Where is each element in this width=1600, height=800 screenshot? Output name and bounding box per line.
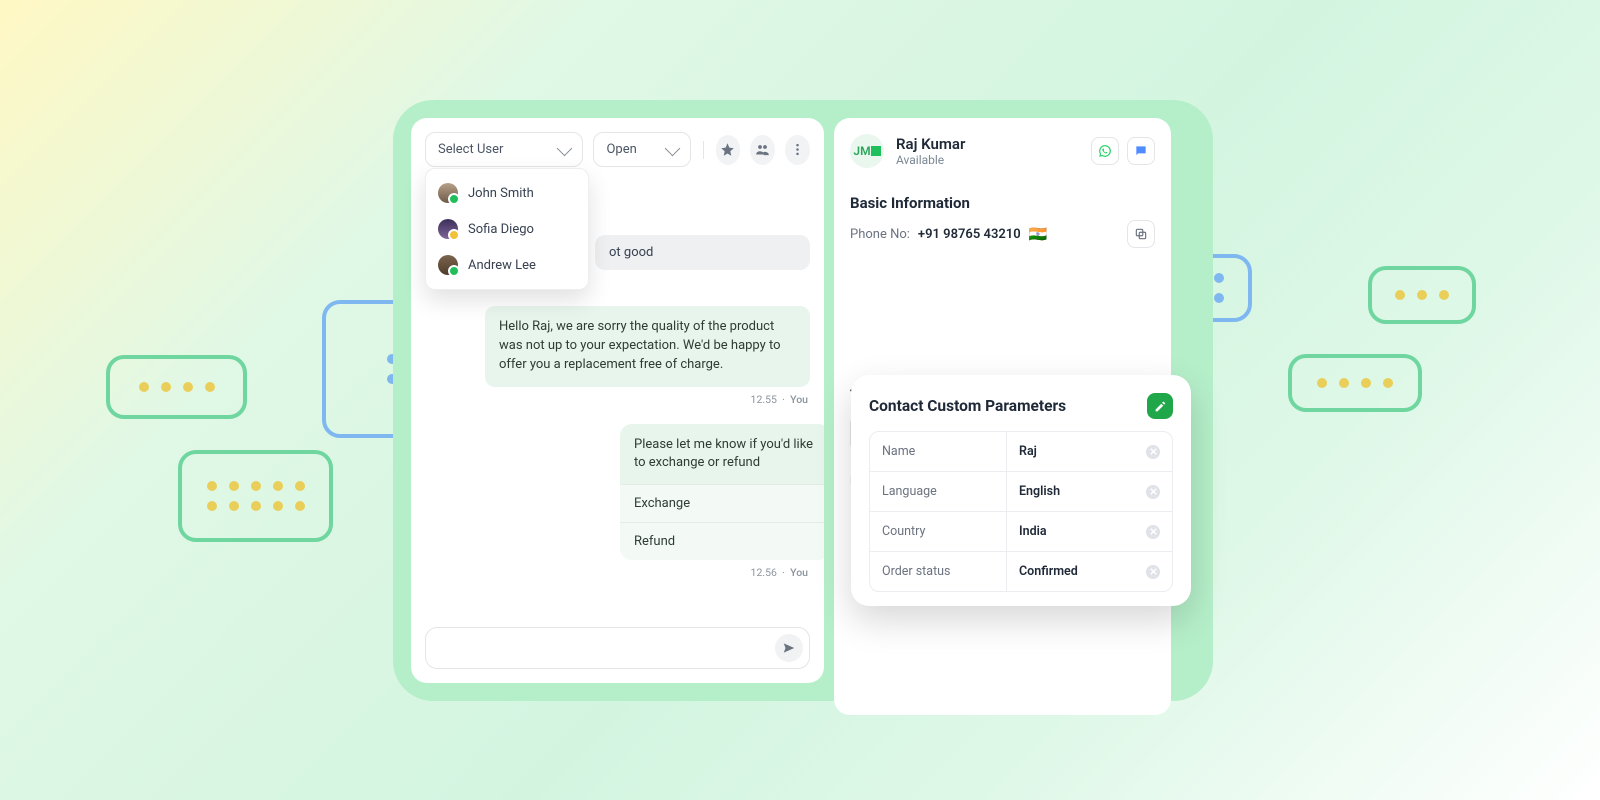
more-vertical-icon	[790, 142, 805, 157]
deco-bubble	[106, 355, 247, 419]
clear-param-button[interactable]	[1146, 565, 1160, 579]
copy-button[interactable]	[1127, 220, 1155, 248]
option-exchange[interactable]: Exchange	[620, 484, 824, 522]
option-prompt: Please let me know if you'd like to exch…	[620, 424, 824, 484]
deco-bubble	[1368, 266, 1476, 324]
option-refund[interactable]: Refund	[620, 522, 824, 560]
flag-icon: 🇮🇳	[1029, 225, 1048, 243]
param-key: Country	[870, 512, 1007, 551]
param-key: Order status	[870, 552, 1007, 591]
clear-param-button[interactable]	[1146, 445, 1160, 459]
user-option-label: Sofia Diego	[468, 222, 534, 237]
user-dropdown-menu: John Smith Sofia Diego Andrew Lee	[425, 168, 589, 290]
close-icon	[1150, 488, 1157, 495]
params-title: Contact Custom Parameters	[869, 397, 1066, 415]
avatar	[438, 219, 458, 239]
incoming-message: ot good	[595, 235, 810, 270]
param-value: English	[1019, 484, 1060, 499]
user-option[interactable]: Andrew Lee	[426, 247, 588, 283]
status-filter-dropdown[interactable]: Open	[593, 132, 690, 167]
param-value: Raj	[1019, 444, 1037, 459]
profile-status: Available	[896, 153, 965, 167]
param-row: Order status Confirmed	[870, 551, 1172, 591]
clear-param-button[interactable]	[1146, 485, 1160, 499]
close-icon	[1150, 528, 1157, 535]
star-button[interactable]	[716, 135, 741, 165]
whatsapp-icon	[1098, 144, 1112, 158]
message-meta: 12.56 · You	[425, 566, 808, 579]
star-icon	[720, 142, 735, 157]
edit-params-button[interactable]	[1147, 393, 1173, 419]
avatar	[438, 183, 458, 203]
user-option[interactable]: Sofia Diego	[426, 211, 588, 247]
whatsapp-button[interactable]	[1091, 137, 1119, 165]
user-option-label: John Smith	[468, 186, 534, 201]
people-icon	[755, 142, 770, 157]
copy-icon	[1134, 227, 1148, 241]
select-user-dropdown[interactable]: Select User	[425, 132, 583, 167]
status-filter-label: Open	[606, 142, 636, 157]
status-dot-icon	[871, 146, 881, 156]
param-key: Name	[870, 432, 1007, 471]
param-row: Name Raj	[870, 432, 1172, 471]
deco-bubble	[178, 450, 333, 542]
param-value: India	[1019, 524, 1047, 539]
clear-param-button[interactable]	[1146, 525, 1160, 539]
more-button[interactable]	[785, 135, 810, 165]
param-row: Country India	[870, 511, 1172, 551]
close-icon	[1150, 448, 1157, 455]
profile-avatar: JM	[850, 134, 884, 168]
phone-row: Phone No: +91 98765 43210 🇮🇳	[850, 220, 1155, 248]
basic-info-title: Basic Information	[850, 194, 1155, 212]
param-row: Language English	[870, 471, 1172, 511]
group-button[interactable]	[750, 135, 775, 165]
chat-icon	[1134, 144, 1148, 158]
close-icon	[1150, 568, 1157, 575]
deco-bubble	[1288, 354, 1422, 412]
phone-value: +91 98765 43210	[918, 227, 1021, 242]
chat-button[interactable]	[1127, 137, 1155, 165]
custom-params-card: Contact Custom Parameters Name Raj Langu…	[851, 375, 1191, 606]
param-value: Confirmed	[1019, 564, 1078, 579]
outgoing-message: Hello Raj, we are sorry the quality of t…	[485, 306, 810, 387]
message-input[interactable]	[425, 627, 810, 669]
divider	[703, 141, 704, 159]
option-card: Please let me know if you'd like to exch…	[620, 424, 824, 560]
chat-panel: Select User Open John Smith	[411, 118, 824, 683]
profile-header: JM Raj Kumar Available	[850, 134, 1155, 168]
app-shell: Select User Open John Smith	[393, 100, 1213, 701]
user-option[interactable]: John Smith	[426, 175, 588, 211]
param-key: Language	[870, 472, 1007, 511]
chevron-down-icon	[664, 140, 680, 156]
select-user-label: Select User	[438, 142, 503, 157]
pencil-icon	[1154, 400, 1167, 413]
message-meta: 12.55 · You	[425, 393, 808, 406]
params-table: Name Raj Language English Country India …	[869, 431, 1173, 592]
avatar	[438, 255, 458, 275]
phone-label: Phone No:	[850, 227, 910, 242]
send-button[interactable]	[775, 634, 803, 662]
chevron-down-icon	[557, 140, 573, 156]
chat-header: Select User Open	[411, 118, 824, 167]
user-option-label: Andrew Lee	[468, 258, 536, 273]
send-icon	[782, 641, 796, 655]
profile-name: Raj Kumar	[896, 135, 965, 153]
